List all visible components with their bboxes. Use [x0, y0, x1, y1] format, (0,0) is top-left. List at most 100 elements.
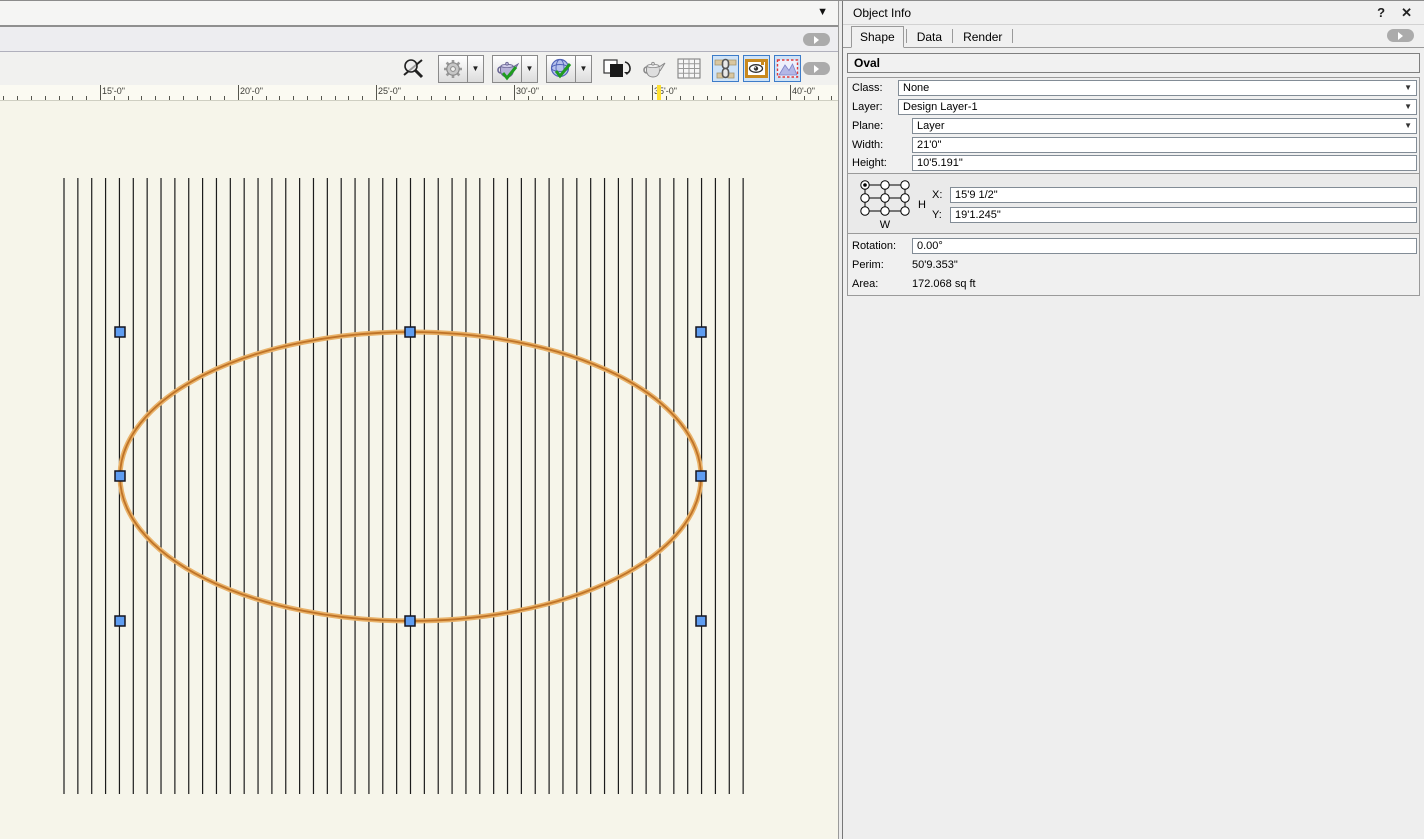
visibility-toggle-button[interactable] — [743, 55, 770, 82]
selection-handle[interactable] — [115, 327, 125, 337]
width-input[interactable]: 21'0" — [912, 137, 1417, 153]
close-icon[interactable]: ✕ — [1401, 5, 1412, 21]
teapot-check-icon — [495, 57, 519, 81]
ruler-minor-tick — [266, 96, 267, 100]
tab-divider — [906, 29, 907, 43]
ruler-minor-tick — [486, 96, 487, 100]
object-info-titlebar[interactable]: Object Info ? ✕ — [843, 1, 1424, 25]
layer-value: Design Layer-1 — [903, 101, 1402, 113]
grid-icon — [677, 58, 701, 79]
ruler-minor-tick — [307, 96, 308, 100]
chevron-down-icon[interactable]: ▼ — [1402, 102, 1414, 111]
anchor-w-label: W — [880, 219, 890, 231]
layer-label: Layer: — [852, 101, 898, 113]
ruler-minor-tick — [666, 96, 667, 100]
chevron-down-icon[interactable]: ▼ — [1402, 121, 1414, 130]
horizontal-ruler[interactable]: 15'-0"20'-0"25'-0"30'-0"35'-0"40'-0" — [0, 85, 838, 101]
render-mode-dropdown-button[interactable]: ▼ — [522, 55, 538, 83]
width-value: 21'0" — [917, 139, 1414, 151]
ruler-minor-tick — [169, 96, 170, 100]
ruler-minor-tick — [210, 96, 211, 100]
ruler-minor-tick — [762, 96, 763, 100]
layer-link-toggle-button[interactable] — [712, 55, 739, 82]
height-input[interactable]: 10'5.191" — [912, 155, 1417, 171]
ruler-minor-tick — [804, 96, 805, 100]
ruler-minor-tick — [528, 96, 529, 100]
width-label: Width: — [852, 139, 912, 151]
tab-render[interactable]: Render — [955, 27, 1010, 48]
ruler-minor-tick — [114, 96, 115, 100]
drawing-canvas[interactable] — [0, 101, 838, 839]
palette-overflow-button[interactable] — [1387, 29, 1414, 42]
ruler-minor-tick — [749, 96, 750, 100]
ruler-unit-label: 15'-0" — [102, 86, 125, 96]
ruler-unit-label: 30'-0" — [516, 86, 539, 96]
layer-dropdown[interactable]: Design Layer-1 ▼ — [898, 99, 1417, 115]
settings-dropdown-button[interactable]: ▼ — [468, 55, 484, 83]
quick-render-button[interactable] — [638, 55, 670, 83]
view-bar-dropdown-icon[interactable]: ▼ — [817, 6, 828, 18]
view-toolbar-overflow-button[interactable] — [803, 62, 830, 75]
position-section: W H X: 15'9 1/2" Y: 19'1.245" — [848, 173, 1419, 233]
anchor-point-widget[interactable]: W — [854, 178, 916, 231]
ruler-unit-label: 20'-0" — [240, 86, 263, 96]
x-input[interactable]: 15'9 1/2" — [950, 187, 1417, 203]
class-label: Class: — [852, 82, 898, 94]
ruler-minor-tick — [776, 96, 777, 100]
swap-squares-icon — [601, 57, 633, 81]
ruler-minor-tick — [431, 96, 432, 100]
selection-handle[interactable] — [696, 616, 706, 626]
plane-value: Layer — [917, 120, 1402, 132]
image-effects-toggle-button[interactable] — [774, 55, 801, 82]
ruler-minor-tick — [583, 96, 584, 100]
object-properties-box: Class: None ▼ Layer: Design Layer-1 ▼ Pl… — [847, 77, 1420, 296]
ruler-minor-tick — [321, 96, 322, 100]
image-mountains-icon — [776, 57, 799, 80]
view-projection-dropdown-button[interactable]: ▼ — [576, 55, 592, 83]
ruler-minor-tick — [693, 96, 694, 100]
ruler-unit-label: 40'-0" — [792, 86, 815, 96]
ruler-minor-tick — [348, 96, 349, 100]
tab-data[interactable]: Data — [909, 27, 950, 48]
swap-colors-button[interactable] — [600, 55, 634, 83]
ruler-minor-tick — [141, 96, 142, 100]
zoom-line-tool-button[interactable] — [398, 55, 430, 83]
ruler-minor-tick — [721, 96, 722, 100]
ruler-minor-tick — [459, 96, 460, 100]
render-mode-button[interactable] — [492, 55, 522, 83]
selection-handle[interactable] — [115, 471, 125, 481]
ruler-minor-tick — [128, 96, 129, 100]
ruler-minor-tick — [445, 96, 446, 100]
secondary-toolbar-overflow-button[interactable] — [803, 33, 830, 46]
rotation-input[interactable]: 0.00° — [912, 238, 1417, 254]
selection-handle[interactable] — [405, 616, 415, 626]
selection-handle[interactable] — [696, 471, 706, 481]
ruler-minor-tick — [59, 96, 60, 100]
ruler-minor-tick — [390, 96, 391, 100]
settings-button[interactable] — [438, 55, 468, 83]
y-input[interactable]: 19'1.245" — [950, 207, 1417, 223]
tab-shape[interactable]: Shape — [851, 26, 904, 48]
ruler-major-tick — [100, 85, 101, 100]
ruler-minor-tick — [473, 96, 474, 100]
y-value: 19'1.245" — [955, 209, 1414, 221]
help-icon[interactable]: ? — [1377, 5, 1385, 20]
x-label: X: — [928, 189, 950, 201]
selection-handle[interactable] — [115, 616, 125, 626]
ruler-minor-tick — [72, 96, 73, 100]
selection-handle[interactable] — [696, 327, 706, 337]
anchor-grid-icon — [858, 178, 912, 218]
perim-label: Perim: — [852, 259, 912, 271]
ruler-minor-tick — [45, 96, 46, 100]
rotation-section: Rotation: 0.00° Perim: 50'9.353" Area: 1… — [848, 233, 1419, 295]
class-dropdown[interactable]: None ▼ — [898, 80, 1417, 96]
selection-handle[interactable] — [405, 327, 415, 337]
chevron-down-icon[interactable]: ▼ — [1402, 83, 1414, 92]
grid-button[interactable] — [674, 55, 704, 83]
sphere-check-icon — [549, 57, 573, 81]
ruler-minor-tick — [279, 96, 280, 100]
view-projection-button[interactable] — [546, 55, 576, 83]
plane-dropdown[interactable]: Layer ▼ — [912, 118, 1417, 134]
object-type-header: Oval — [847, 53, 1420, 73]
ruler-major-tick — [652, 85, 653, 100]
